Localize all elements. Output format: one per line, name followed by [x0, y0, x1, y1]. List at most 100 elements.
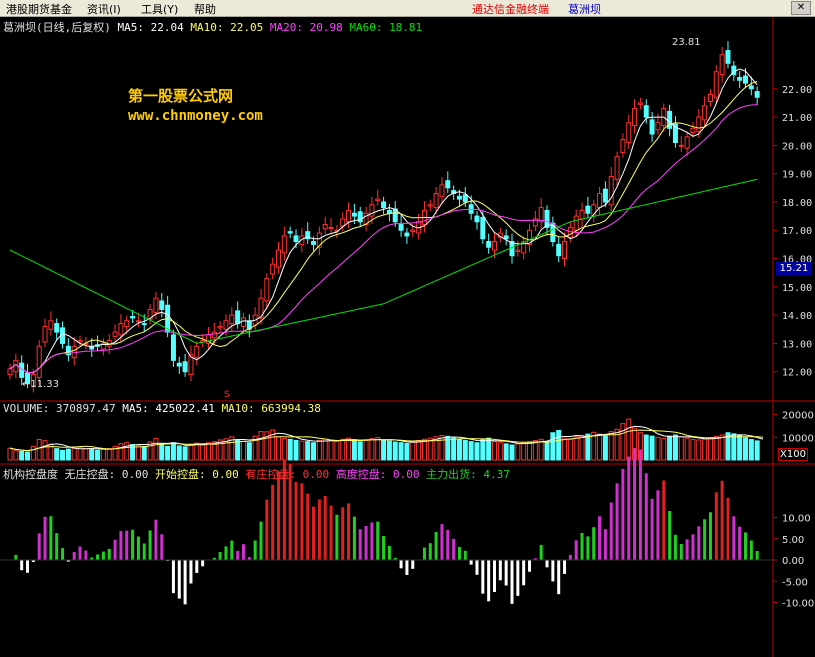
volume-bar — [404, 442, 410, 461]
volume-bar — [456, 438, 462, 461]
candle-body — [176, 362, 182, 367]
y-tick-label: 19.00 — [782, 170, 812, 181]
volume-bar — [486, 437, 492, 461]
indicator-bar — [183, 560, 187, 605]
indicator-y-tick-label: 0.00 — [782, 556, 804, 567]
volume-bar — [322, 438, 328, 461]
chart-canvas[interactable]: 22.0021.0020.0019.0018.0017.0016.0015.00… — [0, 17, 815, 657]
candle-body — [427, 204, 433, 207]
y-tick-label: 20.00 — [782, 141, 812, 152]
volume-bar — [276, 436, 282, 461]
indicator-bar — [317, 499, 321, 560]
candle-body — [240, 317, 246, 327]
volume-bar — [65, 448, 71, 461]
menu-item-info[interactable]: 资讯(I) — [87, 1, 121, 17]
candle-body — [614, 156, 620, 180]
volume-bar — [351, 439, 357, 461]
volume-bar — [702, 438, 708, 461]
indicator-bar — [136, 536, 140, 560]
candle-body — [159, 300, 165, 310]
volume-y-tick-label: 20000 — [782, 411, 814, 422]
candle-body — [410, 229, 416, 233]
indicator-bar — [598, 516, 602, 560]
candle-body — [573, 215, 579, 231]
volume-bar — [71, 447, 77, 461]
indicator-bar — [457, 546, 461, 560]
candle-body — [381, 201, 387, 209]
indicator-bar — [277, 471, 281, 560]
candle-body — [690, 127, 696, 134]
indicator-y-tick-label: 10.00 — [782, 514, 811, 525]
volume-bar — [672, 434, 678, 461]
candle-body — [48, 320, 54, 330]
indicator-bar — [452, 538, 456, 560]
indicator-bar — [78, 546, 82, 560]
candle-body — [217, 325, 223, 329]
indicator-bar — [300, 483, 304, 560]
indicator-bar — [440, 524, 444, 560]
close-button[interactable]: ✕ — [791, 1, 811, 15]
volume-bar — [678, 436, 684, 461]
indicator-label-control: 有庄控盘: 0.00 — [245, 468, 330, 481]
candle-body — [118, 323, 124, 336]
indicator-bar — [720, 480, 724, 560]
indicator-bar — [96, 554, 100, 560]
volume-bar — [748, 439, 754, 461]
indicator-bar — [84, 550, 88, 560]
volume-bar — [340, 438, 346, 461]
volume-bar — [655, 436, 661, 461]
candle-body — [270, 263, 276, 275]
menu-item-help[interactable]: 帮助 — [194, 1, 216, 17]
indicator-bar — [37, 533, 41, 560]
indicator-name: 机构控盘度 — [3, 468, 58, 481]
candle-body — [276, 249, 282, 268]
volume-bar — [258, 431, 264, 461]
volume-bar — [19, 450, 25, 461]
indicator-bar — [306, 493, 310, 560]
y-tick-label: 13.00 — [782, 339, 812, 350]
volume-bar — [287, 438, 293, 461]
candle-body — [229, 314, 235, 325]
volume-bar — [684, 437, 690, 461]
menu-item-tools[interactable]: 工具(Y) — [141, 1, 178, 17]
volume-bar — [398, 442, 404, 461]
y-tick-label: 18.00 — [782, 198, 812, 209]
volume-bar — [439, 434, 445, 461]
candle-body — [281, 235, 287, 254]
menu-item-hk-futures[interactable]: 港股期货基金 — [6, 1, 72, 17]
candle-body — [597, 192, 603, 209]
indicator-bar — [148, 530, 152, 560]
indicator-bar — [160, 534, 164, 560]
candle-body — [696, 116, 702, 132]
volume-bar — [509, 444, 515, 461]
indicator-bar — [224, 546, 228, 560]
volume-bar — [451, 437, 457, 461]
indicator-bar — [481, 560, 485, 594]
ma10-label: MA10: 22.05 — [190, 21, 264, 34]
indicator-bar — [539, 544, 543, 560]
volume-bar — [328, 439, 334, 461]
candle-body — [585, 205, 591, 214]
stock-name: 葛洲坝 — [568, 3, 601, 16]
indicator-bar — [580, 532, 584, 560]
indicator-bar — [358, 529, 362, 560]
volume-bar — [83, 448, 89, 461]
volume-bar — [567, 438, 573, 461]
volume-bar — [521, 442, 527, 461]
indicator-bar — [61, 548, 65, 560]
indicator-bar — [726, 497, 730, 560]
candle-body — [620, 139, 626, 153]
sell-marker: S — [224, 390, 230, 400]
volume-bar — [491, 441, 497, 461]
volume-unit-badge: X100 — [778, 448, 808, 461]
candle-body — [556, 243, 562, 257]
volume-bar — [416, 439, 422, 461]
volume-bar — [497, 442, 503, 461]
indicator-bar — [335, 514, 339, 560]
indicator-bar — [650, 498, 654, 560]
candle-body — [375, 198, 381, 202]
volume-bar — [36, 439, 42, 461]
candle-body — [71, 345, 77, 359]
indicator-bar — [49, 516, 53, 560]
indicator-bar — [656, 490, 660, 560]
